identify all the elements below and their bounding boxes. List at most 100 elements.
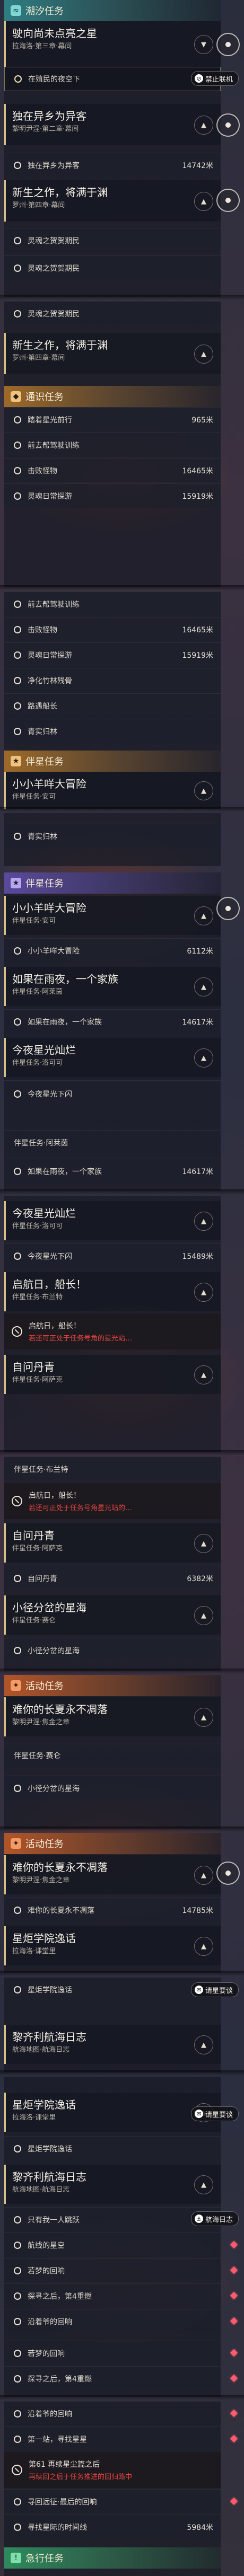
quest-card[interactable]: 黎齐利航海日志 航海地图·航海日志 ▲ — [4, 2165, 221, 2204]
quest-step[interactable]: 若梦的回响 — [4, 2258, 221, 2282]
quest-step[interactable]: 灵魂之贺贺期民 — [4, 301, 221, 325]
quest-step[interactable]: 小径分岔的星海 — [4, 1776, 221, 1800]
map-marker-icon[interactable] — [230, 2349, 238, 2357]
quest-step[interactable]: 踏着星光前行 965米 — [4, 407, 221, 431]
quest-card[interactable]: 小径分岔的星海 伴星任务·赛仑 ▲ — [4, 1595, 221, 1635]
track-quest-button[interactable] — [216, 33, 240, 56]
collapse-chevron-icon[interactable]: ▲ — [194, 1283, 213, 1302]
quest-card[interactable]: 自问丹青 伴星任务·阿萨克 ▲ — [4, 1523, 221, 1563]
map-marker-icon[interactable] — [230, 2409, 238, 2418]
quest-step[interactable]: 探寻之后，第4重燃 — [4, 2366, 221, 2390]
quest-step[interactable]: 路遇船长 — [4, 693, 221, 718]
quest-step[interactable]: 沿着爷的回响 — [4, 2401, 221, 2425]
quest-step[interactable]: 伴星任务·布兰特 — [4, 1457, 221, 1481]
quest-step[interactable]: 击败怪物 16465米 — [4, 617, 221, 641]
quest-step[interactable]: 灵魂之贺贺期民 — [4, 228, 221, 252]
quest-step[interactable]: 只有我一人跳跃 — [4, 2207, 221, 2231]
collapse-chevron-icon[interactable]: ▲ — [194, 977, 213, 996]
quest-card[interactable]: 黎齐利航海日志 航海地图·航海日志 ▲ — [4, 2025, 221, 2064]
map-marker-icon[interactable] — [230, 2374, 238, 2383]
quest-card[interactable]: 新生之作，将满于渊 罗州·第四章·幕间 ▲ — [4, 333, 221, 374]
collapse-chevron-icon[interactable]: ▲ — [194, 2175, 213, 2194]
collapse-chevron-icon[interactable]: ▲ — [194, 1866, 213, 1885]
collapse-chevron-icon[interactable]: ▲ — [194, 1212, 213, 1231]
collapse-chevron-icon[interactable]: ▲ — [194, 1534, 213, 1553]
collapse-chevron-icon[interactable]: ▲ — [194, 1048, 213, 1068]
quest-step[interactable]: 伴星任务·阿莱茵 — [4, 1130, 221, 1154]
quest-card[interactable]: 独在异乡为异客 黎明尹涅·第二章·幕间 ▲ — [4, 104, 221, 145]
collapse-chevron-icon[interactable]: ▲ — [194, 1365, 213, 1384]
call-button[interactable]: ✉ 请星要谈 — [190, 1982, 239, 1997]
quest-step[interactable]: 难你的长夏永不凋落 14785米 — [4, 1898, 221, 1922]
quest-step[interactable]: 自问丹青 6382米 — [4, 1566, 221, 1590]
quest-step[interactable]: 若梦的回响 — [4, 2341, 221, 2365]
quest-step-selected[interactable]: 在殖民的夜空下 — [4, 67, 221, 91]
quest-step[interactable]: 航线的星空 — [4, 2233, 221, 2257]
quest-step[interactable]: 前去帮驾驶训练 — [4, 592, 221, 616]
quest-step[interactable]: 今夜星光下闪 15489米 — [4, 1243, 221, 1268]
track-quest-button[interactable] — [216, 1862, 240, 1885]
quest-step-locked[interactable]: 启航日，船长！ 若还可正处于任务号角星光站的… — [4, 1483, 221, 1519]
quest-step[interactable]: 灵魂日常探游 15919米 — [4, 483, 221, 508]
quest-card[interactable]: 启航日，船长！ 伴星任务·布兰特 ▲ — [4, 1272, 221, 1311]
map-marker-icon[interactable] — [230, 2240, 238, 2249]
collapse-chevron-icon[interactable]: ▲ — [194, 906, 213, 925]
collapse-chevron-icon[interactable]: ▲ — [194, 345, 213, 364]
radio-icon — [14, 1167, 21, 1175]
quest-card[interactable]: 新生之作，将满于渊 罗州·第四章·幕间 ▲ — [4, 180, 221, 222]
quest-step[interactable]: 击败怪物 16465米 — [4, 458, 221, 482]
quest-step[interactable]: 星炬学院逸话 — [4, 1977, 221, 2001]
quest-card[interactable]: 难你的长夏永不凋落 黎明尹涅·焦金之章 ▲ — [4, 1697, 221, 1736]
quest-step-locked[interactable]: 第61 再续星尘篇之后 再续回之后于任务推进的回归路中 — [4, 2452, 221, 2488]
quest-step[interactable]: 星炬学院逸话 — [4, 2136, 221, 2160]
collapse-chevron-icon[interactable]: ▲ — [194, 192, 213, 211]
track-quest-button[interactable] — [216, 189, 240, 212]
quest-card[interactable]: 星炬学院逸话 拉海洛·课堂里 ▲ — [4, 2093, 221, 2132]
quest-step[interactable]: 青实归林 — [4, 824, 221, 848]
collapse-chevron-icon[interactable]: ▲ — [194, 781, 213, 800]
collapse-chevron-icon[interactable]: ▼ — [194, 35, 213, 54]
map-marker-icon[interactable] — [230, 2291, 238, 2300]
quest-card[interactable]: 小小羊咩大冒险 伴星任务·安可 ▲ — [4, 772, 221, 809]
track-quest-button[interactable] — [216, 113, 240, 137]
quest-step[interactable]: 今夜星光下闪 — [4, 1080, 221, 1107]
quest-step[interactable]: 如果在雨夜，一个家族 14617米 — [4, 1159, 221, 1183]
quest-card[interactable]: 自问丹青 伴星任务·阿萨克 ▲ — [4, 1355, 221, 1394]
quest-card[interactable]: 星炬学院逸话 拉海洛·课堂里 ▲ — [4, 1926, 221, 1965]
quest-step[interactable]: 沿着爷的回响 — [4, 2309, 221, 2333]
quest-card[interactable]: 难你的长夏永不凋落 黎明尹涅·焦金之章 ▲ — [4, 1855, 221, 1894]
quest-step[interactable]: 灵魂日常探游 15919米 — [4, 642, 221, 667]
map-marker-icon[interactable] — [230, 2434, 238, 2443]
quest-step[interactable]: 探寻之后，第4重燃 — [4, 2283, 221, 2308]
collapse-chevron-icon[interactable]: ▲ — [194, 1937, 213, 1956]
quest-card[interactable]: 小小羊咩大冒险 伴星任务·安可 ▲ — [4, 896, 221, 935]
quest-step[interactable]: 小径分岔的星海 — [4, 1638, 221, 1662]
collapse-chevron-icon[interactable]: ▲ — [194, 1708, 213, 1727]
map-marker-icon[interactable] — [230, 2497, 238, 2506]
quest-card[interactable]: 今夜星光灿烂 伴星任务·洛可可 ▲ — [4, 1038, 221, 1077]
quest-step[interactable]: 小小羊咩大冒险 6112米 — [4, 938, 221, 963]
quest-step[interactable]: 寻回远征·最后的回响 — [4, 2489, 221, 2513]
quest-step-locked[interactable]: 启航日，船长！ 若还可正处于任务号角的星光站… — [4, 1313, 221, 1349]
disable-coop-button[interactable]: ⊘ 禁止联机 — [190, 71, 239, 86]
quest-card[interactable]: 如果在雨夜，一个家族 伴星任务·阿莱茵 ▲ — [4, 967, 221, 1006]
quest-step[interactable]: 灵魂之贺贺期民 — [4, 255, 221, 280]
call-button[interactable]: ✉ 请星要谈 — [190, 2106, 239, 2121]
track-quest-button[interactable] — [216, 897, 240, 920]
quest-step[interactable]: 寻找星际的时间线 5984米 — [4, 2515, 221, 2539]
collapse-chevron-icon[interactable]: ▲ — [194, 1606, 213, 1625]
quest-card[interactable]: 今夜星光灿烂 伴星任务·洛可可 ▲ — [4, 1201, 221, 1240]
collapse-chevron-icon[interactable]: ▲ — [194, 116, 213, 135]
quest-step[interactable]: 第一站，寻找星星 — [4, 2427, 221, 2451]
map-marker-icon[interactable] — [230, 2317, 238, 2325]
quest-step[interactable]: 独在异乡为异客 14742米 — [4, 153, 221, 177]
collapse-chevron-icon[interactable]: ▲ — [194, 2035, 213, 2054]
quest-step[interactable]: 如果在雨夜，一个家族 14617米 — [4, 1009, 221, 1034]
quest-step[interactable]: 青实归林 — [4, 719, 221, 743]
quest-card[interactable]: 驶向尚未点亮之星 拉海洛·第三章·幕间 ▼ — [4, 21, 221, 67]
map-marker-icon[interactable] — [230, 2266, 238, 2274]
logbook-button[interactable]: ⚓ 航海日志 — [190, 2211, 239, 2226]
quest-step[interactable]: 伴星任务·赛仑 — [4, 1743, 221, 1767]
quest-step[interactable]: 前去帮驾驶训练 — [4, 433, 221, 457]
quest-step[interactable]: 净化竹林残骨 — [4, 668, 221, 692]
